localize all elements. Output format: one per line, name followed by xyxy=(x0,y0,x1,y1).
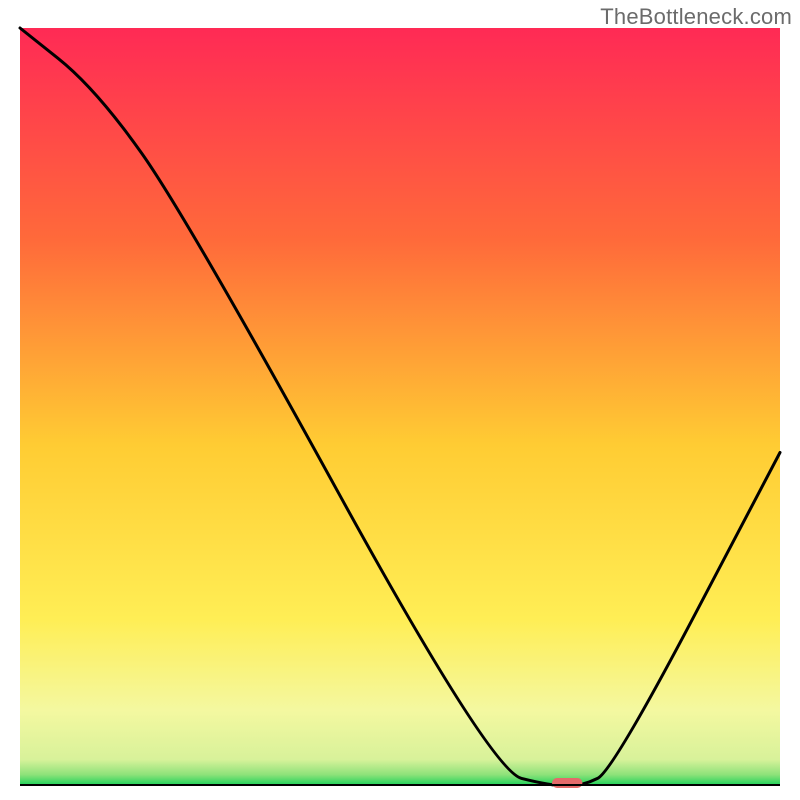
optimal-marker xyxy=(552,778,582,788)
watermark-text: TheBottleneck.com xyxy=(600,4,792,30)
chart-container: TheBottleneck.com xyxy=(0,0,800,800)
bottleneck-chart xyxy=(0,0,800,800)
